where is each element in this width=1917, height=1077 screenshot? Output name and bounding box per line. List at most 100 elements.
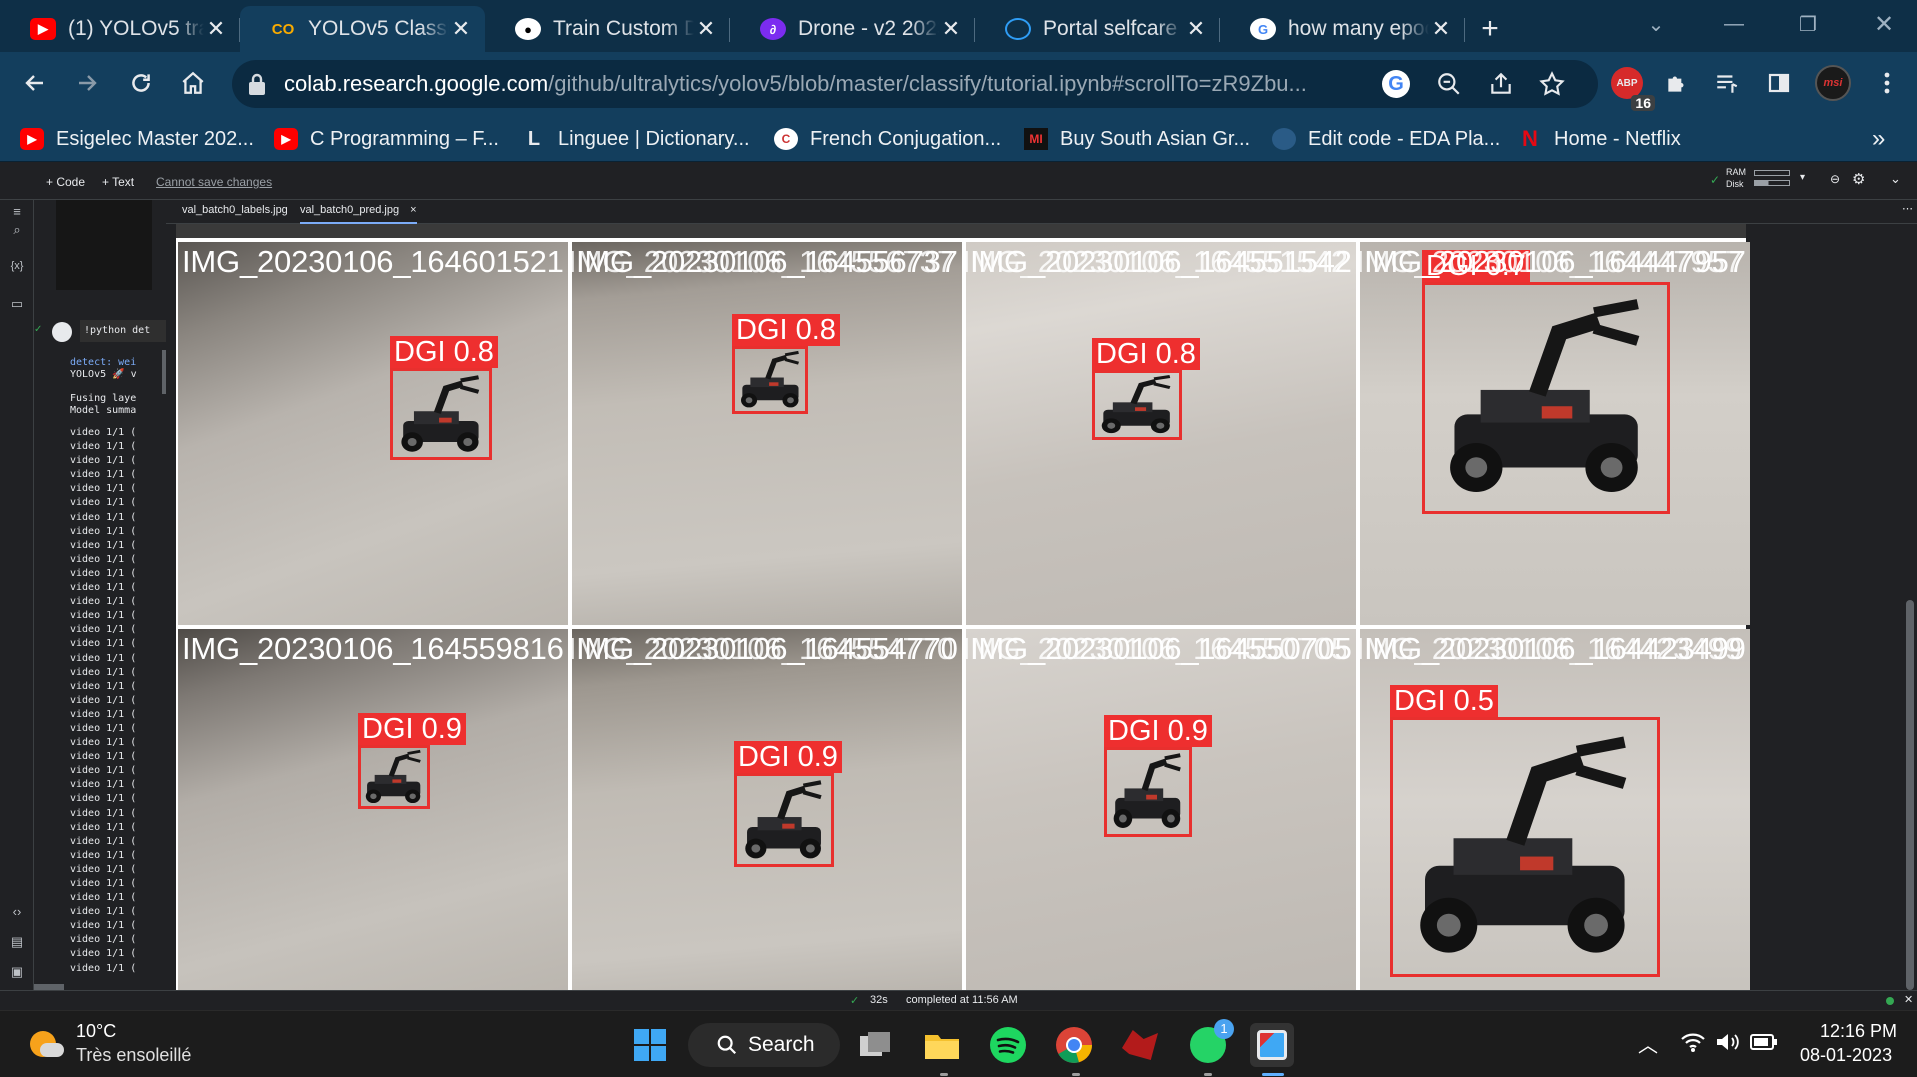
- back-arrow-icon: [25, 75, 43, 91]
- minimize-button[interactable]: —: [1696, 0, 1772, 48]
- browser-tab-2[interactable]: ● Train Custom Da✕: [485, 6, 730, 52]
- snipping-tool-icon: [1257, 1030, 1287, 1060]
- overlap-filename: IMG_20230106_164447957: [1356, 244, 1740, 279]
- taskbar-search[interactable]: Search: [688, 1023, 840, 1067]
- show-hidden-icons-chevron[interactable]: ︿: [1638, 1029, 1658, 1058]
- browser-menu-button[interactable]: [1866, 62, 1908, 104]
- google-lens-icon[interactable]: G: [1382, 70, 1410, 98]
- browser-tab-3[interactable]: ∂ Drone - v2 2023 ✕: [730, 6, 975, 52]
- side-panel-button[interactable]: [1758, 62, 1800, 104]
- cell-code[interactable]: !python det: [80, 320, 166, 342]
- search-icon[interactable]: ⌕: [8, 222, 26, 240]
- add-text-button[interactable]: + Text: [102, 175, 134, 189]
- address-bar[interactable]: colab.research.google.com/github/ultraly…: [232, 60, 1598, 108]
- start-button[interactable]: [628, 1023, 672, 1067]
- bookmark-item[interactable]: C French Conjugation...: [774, 124, 1001, 154]
- bookmark-item[interactable]: ▶ C Programming – F...: [274, 124, 499, 154]
- back-button[interactable]: [14, 62, 56, 104]
- more-bookmarks-button[interactable]: »: [1872, 124, 1885, 154]
- reload-button[interactable]: [120, 62, 162, 104]
- browser-tab-1[interactable]: CO YOLOv5 Classific✕: [240, 6, 485, 52]
- app-red-dragon-button[interactable]: [1118, 1023, 1162, 1067]
- output-video-line: video 1/1 (: [70, 892, 137, 904]
- link-icon[interactable]: ⊖: [1830, 172, 1840, 186]
- bookmark-item[interactable]: MI Buy South Asian Gr...: [1024, 124, 1250, 154]
- file-explorer-button[interactable]: [920, 1023, 964, 1067]
- add-code-button[interactable]: + Code: [46, 175, 85, 189]
- bookmark-item[interactable]: ▶ Esigelec Master 202...: [20, 124, 254, 154]
- profile-button[interactable]: msi: [1812, 62, 1854, 104]
- overlap-filename: IMG_20230106_164556737: [568, 244, 952, 279]
- collapse-chevron-icon[interactable]: ⌄: [1890, 171, 1901, 187]
- tab-search-chevron-icon[interactable]: ⌄: [1618, 0, 1694, 48]
- extensions-button[interactable]: [1656, 62, 1698, 104]
- bookmark-star-icon[interactable]: [1538, 70, 1566, 98]
- adblock-extension-button[interactable]: ABP 16: [1606, 62, 1655, 111]
- run-cell-button[interactable]: [52, 322, 72, 342]
- spotify-button[interactable]: [986, 1023, 1030, 1067]
- zoom-icon[interactable]: [1436, 71, 1462, 97]
- chrome-button[interactable]: [1052, 1023, 1096, 1067]
- clock-date[interactable]: 08-01-2023: [1800, 1045, 1892, 1066]
- tab-val-batch0-pred[interactable]: val_batch0_pred.jpg ×: [300, 204, 417, 224]
- close-window-button[interactable]: ✕: [1846, 0, 1917, 48]
- whatsapp-button[interactable]: 1: [1186, 1019, 1234, 1067]
- disk-meter: [1754, 180, 1790, 186]
- close-status-icon[interactable]: ✕: [1904, 993, 1913, 1006]
- tab-close-icon[interactable]: ✕: [449, 16, 473, 42]
- tab-close-icon[interactable]: ✕: [1184, 16, 1208, 42]
- forward-button[interactable]: [66, 62, 108, 104]
- bookmark-item[interactable]: L Linguee | Dictionary...: [522, 124, 750, 154]
- command-palette-icon[interactable]: ▤: [8, 934, 26, 952]
- task-view-button[interactable]: [854, 1023, 898, 1067]
- files-folder-icon[interactable]: ▭: [8, 296, 26, 314]
- settings-gear-icon[interactable]: ⚙: [1852, 170, 1865, 188]
- share-icon[interactable]: [1488, 71, 1514, 97]
- prediction-tile: DGI 0.9 IMG_20230106_164550705: [966, 629, 1356, 1012]
- browser-tab-0[interactable]: ▶ (1) YOLOv5 train✕: [0, 6, 240, 52]
- tab-val-batch0-labels[interactable]: val_batch0_labels.jpg: [182, 204, 288, 224]
- search-label: Search: [748, 1033, 815, 1056]
- volume-icon[interactable]: [1714, 1031, 1740, 1053]
- reload-icon: [132, 74, 150, 92]
- browser-tab-5[interactable]: Ghow many epoc ✕: [1220, 6, 1465, 52]
- output-header-line: [70, 380, 146, 392]
- clock-time[interactable]: 12:16 PM: [1820, 1021, 1897, 1042]
- output-video-line: video 1/1 (: [70, 638, 137, 650]
- tab-close-icon[interactable]: ✕: [939, 16, 963, 42]
- bookmark-item[interactable]: Edit code - EDA Pla...: [1272, 124, 1500, 154]
- toc-icon[interactable]: ≡: [8, 204, 26, 222]
- snipping-tool-button[interactable]: [1250, 1023, 1294, 1067]
- tab-title: how many epoc: [1288, 17, 1429, 40]
- more-options-icon[interactable]: ⋯: [1902, 202, 1913, 215]
- bookmark-item[interactable]: N Home - Netflix: [1518, 124, 1681, 154]
- tab-close-icon[interactable]: ✕: [1429, 16, 1453, 42]
- media-control-button[interactable]: [1706, 62, 1748, 104]
- code-snippets-icon[interactable]: ‹›: [8, 904, 26, 922]
- tab-close-icon[interactable]: ✕: [204, 16, 228, 42]
- resources-dropdown-icon[interactable]: ▾: [1800, 172, 1805, 183]
- weather-widget[interactable]: [30, 1027, 64, 1061]
- browser-tab-4[interactable]: Portal selfcare ✕: [975, 6, 1220, 52]
- output-video-line: video 1/1 (: [70, 737, 137, 749]
- variables-icon[interactable]: {x}: [8, 260, 26, 278]
- home-button[interactable]: [172, 62, 214, 104]
- tab-close-icon[interactable]: ✕: [694, 16, 718, 42]
- notebook-cell-column: ✓ !python det detect: wei YOLOv5 🚀 v Fusin…: [34, 200, 166, 990]
- terminal-icon[interactable]: ▣: [8, 964, 26, 982]
- new-tab-button[interactable]: +: [1465, 6, 1515, 52]
- wifi-icon[interactable]: [1680, 1031, 1706, 1053]
- connection-dot: [1886, 997, 1894, 1005]
- battery-icon[interactable]: [1750, 1033, 1778, 1051]
- output-video-line: video 1/1 (: [70, 511, 137, 523]
- detection-label: DGI 0.9: [1104, 715, 1212, 747]
- output-header-line: detect: wei: [70, 357, 137, 368]
- cannot-save-link[interactable]: Cannot save changes: [156, 175, 272, 189]
- viewer-scrollbar[interactable]: [1906, 600, 1914, 990]
- restore-button[interactable]: ❐: [1770, 0, 1846, 48]
- output-video-line: video 1/1 (: [70, 567, 137, 579]
- tab-list: ▶(1) YOLOv5 train✕COYOLOv5 Classific✕●Tr…: [0, 0, 1465, 52]
- browser-toolbar: colab.research.google.com/github/ultraly…: [0, 52, 1917, 116]
- close-tab-icon[interactable]: ×: [410, 204, 416, 216]
- file-viewer-pane: val_batch0_labels.jpg val_batch0_pred.jp…: [166, 200, 1917, 1012]
